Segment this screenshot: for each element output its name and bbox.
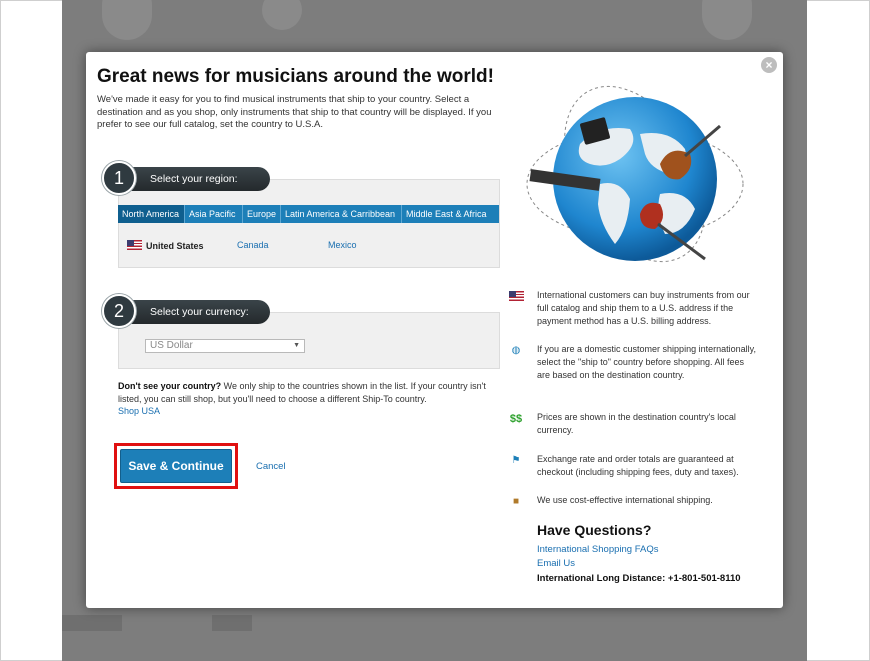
email-us-link[interactable]: Email Us bbox=[537, 558, 575, 569]
modal-title: Great news for musicians around the worl… bbox=[97, 66, 494, 87]
dont-see-heading: Don't see your country? bbox=[118, 381, 222, 391]
faq-link[interactable]: International Shopping FAQs bbox=[537, 544, 658, 555]
info-text-exchange: Exchange rate and order totals are guara… bbox=[537, 454, 739, 477]
us-flag-icon bbox=[127, 240, 142, 250]
flag-icon: ⚑ bbox=[511, 455, 521, 466]
region-step-label: Select your region: bbox=[120, 167, 270, 191]
tab-north-america[interactable]: North America bbox=[118, 205, 185, 223]
close-button[interactable]: × bbox=[761, 57, 777, 73]
info-text-shipping: We use cost-effective international ship… bbox=[537, 495, 713, 505]
country-label: United States bbox=[146, 241, 204, 251]
info-item-exchange: ⚑ Exchange rate and order totals are gua… bbox=[508, 453, 758, 483]
country-canada[interactable]: Canada bbox=[237, 240, 269, 250]
info-text-domestic: If you are a domestic customer shipping … bbox=[537, 344, 756, 380]
currency-select[interactable]: US Dollar ▼ bbox=[145, 339, 305, 353]
modal-intro: We've made it easy for you to find music… bbox=[97, 94, 492, 130]
bg-guitar-shape bbox=[102, 0, 152, 40]
info-item-shipping: ■ We use cost-effective international sh… bbox=[508, 494, 758, 510]
save-continue-button[interactable]: Save & Continue bbox=[120, 449, 232, 483]
tab-europe[interactable]: Europe bbox=[243, 205, 281, 223]
dollar-icon: $$ bbox=[509, 413, 523, 425]
globe-icon: ◍ bbox=[511, 345, 521, 356]
region-tabs: North America Asia Pacific Europe Latin … bbox=[118, 205, 499, 223]
country-united-states[interactable]: United States bbox=[127, 240, 204, 251]
info-item-currency: $$ Prices are shown in the destination c… bbox=[508, 411, 758, 441]
info-text-currency: Prices are shown in the destination coun… bbox=[537, 412, 736, 435]
shop-usa-link[interactable]: Shop USA bbox=[118, 406, 160, 416]
info-item-domestic: ◍ If you are a domestic customer shippin… bbox=[508, 343, 758, 398]
tab-asia-pacific[interactable]: Asia Pacific bbox=[185, 205, 243, 223]
cancel-link[interactable]: Cancel bbox=[256, 461, 286, 472]
package-icon: ■ bbox=[512, 496, 520, 507]
step-1-badge: 1 bbox=[102, 161, 136, 195]
bg-drum-shape bbox=[262, 0, 302, 30]
dont-see-country-note: Don't see your country? We only ship to … bbox=[118, 380, 503, 418]
globe-illustration bbox=[520, 74, 750, 274]
bg-footer-block-2 bbox=[212, 615, 252, 631]
country-mexico[interactable]: Mexico bbox=[328, 240, 357, 250]
bg-footer-block bbox=[62, 615, 122, 631]
us-flag-shape bbox=[508, 291, 524, 301]
questions-heading: Have Questions? bbox=[537, 522, 652, 538]
step-2-badge: 2 bbox=[102, 294, 136, 328]
globe-instruments-icon bbox=[526, 85, 744, 263]
bg-guitar-shape-2 bbox=[702, 0, 752, 40]
phone-number: International Long Distance: +1-801-501-… bbox=[537, 573, 741, 584]
tab-middle-east-africa[interactable]: Middle East & Africa bbox=[402, 205, 499, 223]
chevron-down-icon: ▼ bbox=[293, 342, 300, 349]
currency-step-label: Select your currency: bbox=[120, 300, 270, 324]
info-text-us-address: International customers can buy instrume… bbox=[537, 290, 750, 326]
currency-step-label-text: Select your currency: bbox=[150, 306, 249, 318]
region-step-label-text: Select your region: bbox=[150, 173, 238, 185]
info-item-us-address: International customers can buy instrume… bbox=[508, 289, 758, 334]
currency-value: US Dollar bbox=[150, 340, 193, 351]
tab-latin-america[interactable]: Latin America & Carribbean bbox=[281, 205, 402, 223]
us-flag-icon bbox=[508, 291, 524, 303]
region-panel bbox=[118, 179, 500, 268]
